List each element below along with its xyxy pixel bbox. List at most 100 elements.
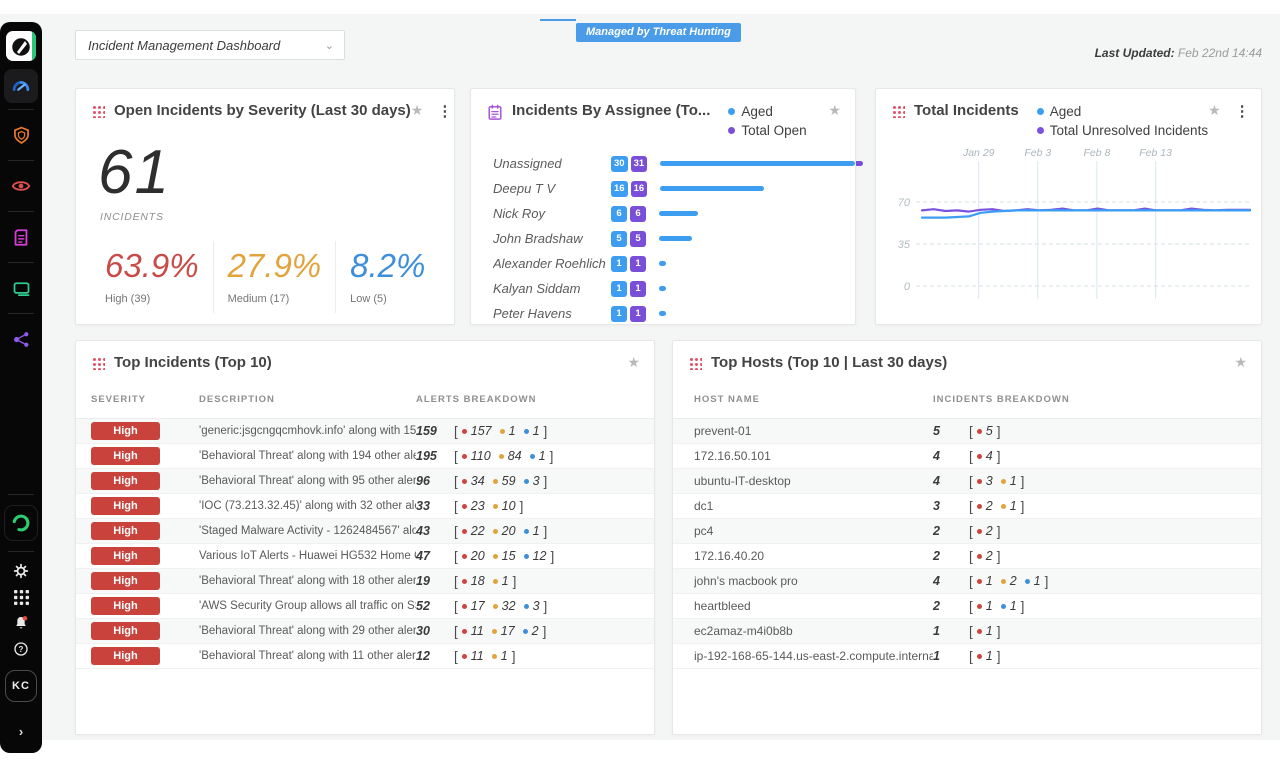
incident-count: 2: [933, 524, 969, 538]
settings-button[interactable]: [10, 561, 32, 581]
favorite-star-icon[interactable]: ★: [828, 102, 841, 119]
severity-cell: High: [91, 422, 199, 440]
host-row[interactable]: heartbleed2[11]: [673, 594, 1261, 619]
bracket-close: ]: [997, 524, 1001, 539]
sidebar-item-green-app[interactable]: [4, 505, 38, 541]
sidebar-divider: [8, 160, 34, 161]
host-row[interactable]: 172.16.40.202[2]: [673, 544, 1261, 569]
sidebar-item-endpoints[interactable]: [6, 273, 36, 303]
host-row[interactable]: john's macbook pro4[121]: [673, 569, 1261, 594]
breakdown-value: 1: [986, 649, 993, 663]
sidebar-expand-button[interactable]: ›: [19, 724, 23, 739]
user-avatar[interactable]: KC: [5, 670, 37, 702]
incident-row[interactable]: High'Behavioral Threat' along with 194 o…: [76, 444, 654, 469]
managed-by-badge: Managed by Threat Hunting: [576, 23, 741, 42]
sidebar-item-dashboard[interactable]: [4, 69, 38, 103]
breakdown-value: 3: [533, 474, 540, 488]
sidebar-item-reports[interactable]: [6, 222, 36, 252]
breakdown-value: 2: [1010, 574, 1017, 588]
host-row[interactable]: dc13[21]: [673, 494, 1261, 519]
bracket-open: [: [454, 574, 458, 589]
severity-cell: High: [91, 622, 199, 640]
host-row[interactable]: prevent-015[5]: [673, 419, 1261, 444]
incident-row[interactable]: High'Behavioral Threat' along with 11 ot…: [76, 644, 654, 669]
bracket-close: ]: [997, 649, 1001, 664]
gauge-icon: [10, 75, 32, 97]
alert-count: 19: [416, 574, 454, 588]
breakdown-dot: [492, 654, 497, 659]
host-row[interactable]: ubuntu-IT-desktop4[31]: [673, 469, 1261, 494]
bracket-close: ]: [550, 549, 554, 564]
incident-row[interactable]: High'Behavioral Threat' along with 95 ot…: [76, 469, 654, 494]
incident-dashboard: ? KC › Incident Management Dashboard ⌄ M…: [0, 0, 1280, 766]
card-menu-button[interactable]: ⋮: [437, 102, 452, 120]
dashboard-selector[interactable]: Incident Management Dashboard ⌄: [75, 30, 345, 60]
severity-badge: High: [91, 647, 160, 665]
alert-count: 159: [416, 424, 454, 438]
widget-dots-icon: [92, 105, 105, 118]
total-incidents-label: INCIDENTS: [100, 211, 164, 223]
assignee-row: Alexander Roehlich11: [493, 251, 841, 276]
favorite-star-icon[interactable]: ★: [411, 102, 424, 119]
host-name: heartbleed: [694, 599, 933, 613]
incident-row[interactable]: High'AWS Security Group allows all traff…: [76, 594, 654, 619]
host-row[interactable]: ip-192-168-65-144.us-east-2.compute.inte…: [673, 644, 1261, 669]
severity-label: High (39): [105, 293, 199, 305]
sidebar-item-integrations[interactable]: [6, 324, 36, 354]
breakdown-dot: [977, 604, 982, 609]
incident-row[interactable]: High'Staged Malware Activity - 126248456…: [76, 519, 654, 544]
help-button[interactable]: ?: [10, 639, 32, 659]
breakdown-value: 157: [471, 424, 492, 438]
breakdown-part: 110: [462, 449, 491, 463]
card-menu-button[interactable]: ⋮: [1235, 102, 1250, 120]
incident-row[interactable]: High'generic:jsgcngqcmhovk.info' along w…: [76, 419, 654, 444]
app-logo[interactable]: [6, 31, 36, 61]
incident-row[interactable]: High'Behavioral Threat' along with 18 ot…: [76, 569, 654, 594]
favorite-star-icon[interactable]: ★: [1208, 102, 1221, 119]
total-open-badge: 16: [631, 181, 648, 197]
top-incidents-rows: High'generic:jsgcngqcmhovk.info' along w…: [76, 419, 654, 669]
col-incidents-breakdown: INCIDENTS BREAKDOWN: [933, 394, 1251, 405]
total-open-badge: 5: [630, 231, 646, 247]
breakdown: [21]: [969, 499, 1251, 514]
alert-count: 96: [416, 474, 454, 488]
breakdown-part: 10: [493, 499, 516, 513]
host-row[interactable]: ec2amaz-m4i0b8b1[1]: [673, 619, 1261, 644]
assignee-bar: [660, 186, 764, 191]
incident-row[interactable]: High'IOC (73.213.32.45)' along with 32 o…: [76, 494, 654, 519]
breakdown-dot: [977, 454, 982, 459]
favorite-star-icon[interactable]: ★: [1234, 354, 1247, 371]
host-row[interactable]: 172.16.50.1014[4]: [673, 444, 1261, 469]
breakdown: [121]: [969, 574, 1251, 589]
breakdown-value: 84: [508, 449, 522, 463]
assignee-bar: [659, 211, 698, 216]
breakdown: [1]: [969, 624, 1251, 639]
notifications-button[interactable]: [10, 613, 32, 633]
aged-bar: [659, 311, 666, 316]
incident-description: 'generic:jsgcngqcmhovk.info' along with …: [199, 425, 416, 437]
breakdown-value: 4: [986, 449, 993, 463]
bracket-open: [: [969, 449, 973, 464]
favorite-star-icon[interactable]: ★: [627, 354, 640, 371]
help-icon: ?: [13, 641, 29, 657]
severity-badge: High: [91, 497, 160, 515]
sidebar-bottom-group: ? KC ›: [0, 488, 42, 753]
breakdown: [181]: [454, 574, 644, 589]
apps-grid-button[interactable]: [10, 587, 32, 607]
breakdown-part: 1: [1025, 574, 1041, 588]
breakdown-part: 17: [492, 624, 515, 638]
incident-row[interactable]: High'Behavioral Threat' along with 29 ot…: [76, 619, 654, 644]
breakdown: [5]: [969, 424, 1251, 439]
host-row[interactable]: pc42[2]: [673, 519, 1261, 544]
breakdown: [22201]: [454, 524, 644, 539]
bracket-open: [: [454, 499, 458, 514]
report-page-icon: [11, 227, 31, 248]
bracket-close: ]: [544, 599, 548, 614]
breakdown-value: 20: [502, 524, 516, 538]
aged-bar: [659, 286, 666, 291]
app-sidebar: ? KC ›: [0, 22, 42, 753]
breakdown-dot: [977, 554, 982, 559]
sidebar-item-protect[interactable]: [6, 120, 36, 150]
sidebar-item-detect[interactable]: [6, 171, 36, 201]
incident-row[interactable]: HighVarious IoT Alerts - Huawei HG532 Ho…: [76, 544, 654, 569]
